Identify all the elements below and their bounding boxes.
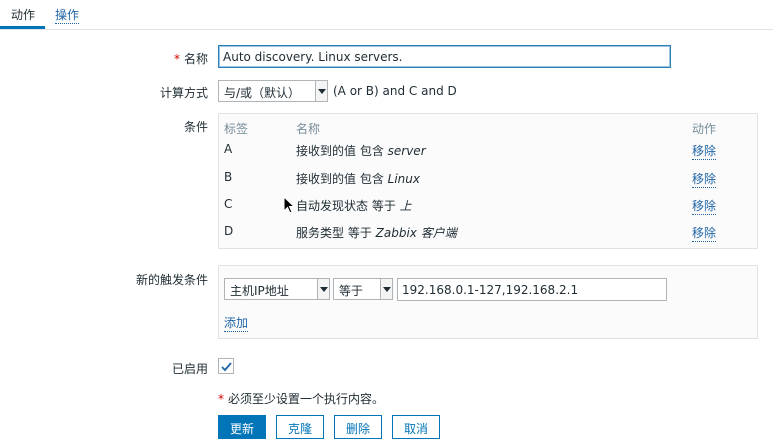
row-condition-value: 上 <box>399 199 412 213</box>
calc-expression: (A or B) and C and D <box>333 84 457 98</box>
calc-select-value: 与/或（默认） <box>224 86 301 100</box>
remove-link[interactable]: 移除 <box>692 197 717 215</box>
condition-type-select[interactable]: 主机IP地址 <box>224 278 330 300</box>
chevron-down-icon <box>317 279 329 299</box>
cancel-button[interactable]: 取消 <box>392 415 440 439</box>
name-label-text: 名称 <box>183 52 208 66</box>
row-tag: B <box>224 170 233 184</box>
delete-button[interactable]: 删除 <box>334 415 382 439</box>
row-condition-text: 服务类型 等于 <box>296 226 376 240</box>
row-condition-text: 接收到的值 包含 <box>296 172 388 186</box>
row-condition-value: Zabbix 客户端 <box>375 226 457 240</box>
active-tab-indicator <box>0 26 45 29</box>
conditions-panel: 标签 名称 动作 A 接收到的值 包含 server 移除 B 接收到的值 包含… <box>218 113 758 249</box>
remove-link[interactable]: 移除 <box>692 170 717 188</box>
col-tag: 标签 <box>224 122 249 136</box>
tab-action[interactable]: 动作 <box>11 6 35 23</box>
enabled-label: 已启用 <box>171 362 208 376</box>
requirement-note: * 必须至少设置一个执行内容。 <box>218 390 384 407</box>
conditions-label: 条件 <box>183 120 208 134</box>
new-condition-label: 新的触发条件 <box>135 273 208 287</box>
clone-button[interactable]: 克隆 <box>276 415 324 439</box>
row-condition-text: 自动发现状态 等于 <box>296 199 400 213</box>
row-condition-value: Linux <box>387 172 420 186</box>
calc-label: 计算方式 <box>159 86 208 100</box>
calc-select[interactable]: 与/或（默认） <box>218 80 328 102</box>
mouse-cursor-icon <box>283 196 295 214</box>
tab-operations[interactable]: 操作 <box>55 6 80 24</box>
row-condition-text: 接收到的值 包含 <box>296 144 388 158</box>
chevron-down-icon <box>315 81 327 101</box>
new-condition-panel: 主机IP地址 等于 添加 <box>218 265 758 339</box>
requirement-note-text: 必须至少设置一个执行内容。 <box>228 392 385 406</box>
chevron-down-icon <box>380 279 392 299</box>
row-tag: D <box>224 224 234 238</box>
row-condition: 自动发现状态 等于 上 <box>296 197 412 214</box>
required-mark: * <box>173 52 180 66</box>
col-action: 动作 <box>692 122 717 136</box>
remove-link[interactable]: 移除 <box>692 142 717 160</box>
remove-link[interactable]: 移除 <box>692 224 717 242</box>
condition-type-value: 主机IP地址 <box>230 284 289 298</box>
col-name: 名称 <box>296 122 321 136</box>
row-tag: A <box>224 142 233 156</box>
tab-bar: 动作 操作 <box>0 0 773 30</box>
add-condition-link[interactable]: 添加 <box>224 314 249 332</box>
row-condition: 接收到的值 包含 server <box>296 142 426 159</box>
check-icon <box>221 362 232 372</box>
condition-value-input[interactable] <box>397 278 667 301</box>
update-button[interactable]: 更新 <box>218 415 266 439</box>
name-label: * 名称 <box>88 50 208 67</box>
condition-operator-select[interactable]: 等于 <box>333 278 393 300</box>
row-condition-value: server <box>387 144 426 158</box>
name-input[interactable] <box>218 45 671 68</box>
required-mark: * <box>218 392 224 406</box>
row-condition: 接收到的值 包含 Linux <box>296 170 420 187</box>
condition-operator-value: 等于 <box>339 284 364 298</box>
row-tag: C <box>224 197 233 211</box>
enabled-checkbox[interactable] <box>218 358 234 374</box>
row-condition: 服务类型 等于 Zabbix 客户端 <box>296 224 457 241</box>
